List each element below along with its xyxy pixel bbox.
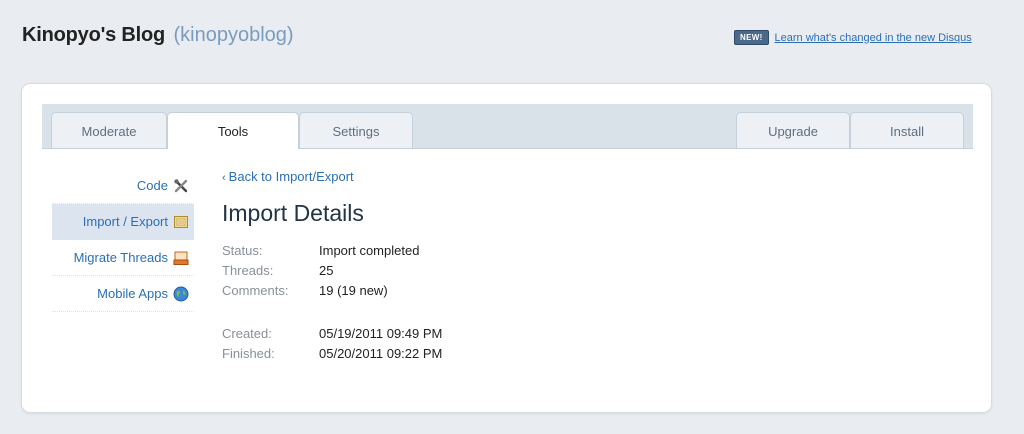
tab-bar: Moderate Tools Settings Upgrade Install (42, 104, 973, 149)
finished-label: Finished: (222, 346, 275, 361)
sidebar-item-code[interactable]: Code (52, 168, 194, 204)
tab-install[interactable]: Install (850, 112, 964, 148)
whats-new-link[interactable]: Learn what's changed in the new Disqus (775, 32, 972, 44)
status-value: Import completed (319, 243, 420, 258)
news-banner: NEW! Learn what's changed in the new Dis… (734, 30, 972, 45)
tab-moderate[interactable]: Moderate (51, 112, 167, 148)
site-handle: (kinopyoblog) (173, 24, 294, 46)
threads-value: 25 (319, 263, 334, 278)
status-row: Status: Import completed (222, 241, 922, 261)
page-title: Import Details (222, 200, 364, 226)
content-area: ‹ Back to Import/Export Import Details St… (222, 168, 922, 364)
sidebar-item-mobile-apps[interactable]: Mobile Apps (52, 276, 194, 312)
tab-upgrade[interactable]: Upgrade (736, 112, 850, 148)
site-title: Kinopyo's Blog (22, 24, 166, 46)
created-label: Created: (222, 326, 272, 341)
back-chevron-icon: ‹ (222, 172, 226, 184)
created-row: Created: 05/19/2011 09:49 PM (222, 324, 922, 344)
import-export-icon (174, 215, 188, 228)
tools-icon (174, 178, 188, 192)
site-header: Kinopyo's Blog (kinopyoblog) (22, 24, 294, 47)
finished-row: Finished: 05/20/2011 09:22 PM (222, 344, 922, 364)
created-value: 05/19/2011 09:49 PM (319, 326, 443, 341)
threads-label: Threads: (222, 263, 274, 278)
import-details: Status: Import completed Threads: 25 Com… (222, 241, 922, 364)
new-badge: NEW! (734, 30, 769, 45)
comments-value: 19 (19 new) (319, 283, 388, 298)
threads-row: Threads: 25 (222, 261, 922, 281)
sidebar-item-label: Import / Export (82, 214, 168, 229)
tools-sidebar: Code Import / Export Migrate Threads Mob… (52, 168, 194, 312)
sidebar-item-migrate-threads[interactable]: Migrate Threads (52, 240, 194, 276)
finished-value: 05/20/2011 09:22 PM (319, 346, 443, 361)
status-label: Status: (222, 243, 263, 258)
comments-row: Comments: 19 (19 new) (222, 281, 922, 301)
sidebar-item-import-export[interactable]: Import / Export (52, 204, 194, 240)
sidebar-item-label: Mobile Apps (97, 286, 168, 301)
sidebar-item-label: Migrate Threads (73, 250, 168, 265)
comments-label: Comments: (222, 283, 289, 298)
sidebar-item-label: Code (136, 178, 168, 193)
back-link[interactable]: ‹ Back to Import/Export (222, 168, 922, 186)
inbox-icon (173, 251, 189, 265)
tab-settings[interactable]: Settings (299, 112, 413, 148)
main-panel: Moderate Tools Settings Upgrade Install … (22, 84, 991, 412)
back-link-label: Back to Import/Export (228, 169, 354, 184)
tab-tools[interactable]: Tools (167, 112, 299, 149)
globe-icon (173, 286, 189, 301)
